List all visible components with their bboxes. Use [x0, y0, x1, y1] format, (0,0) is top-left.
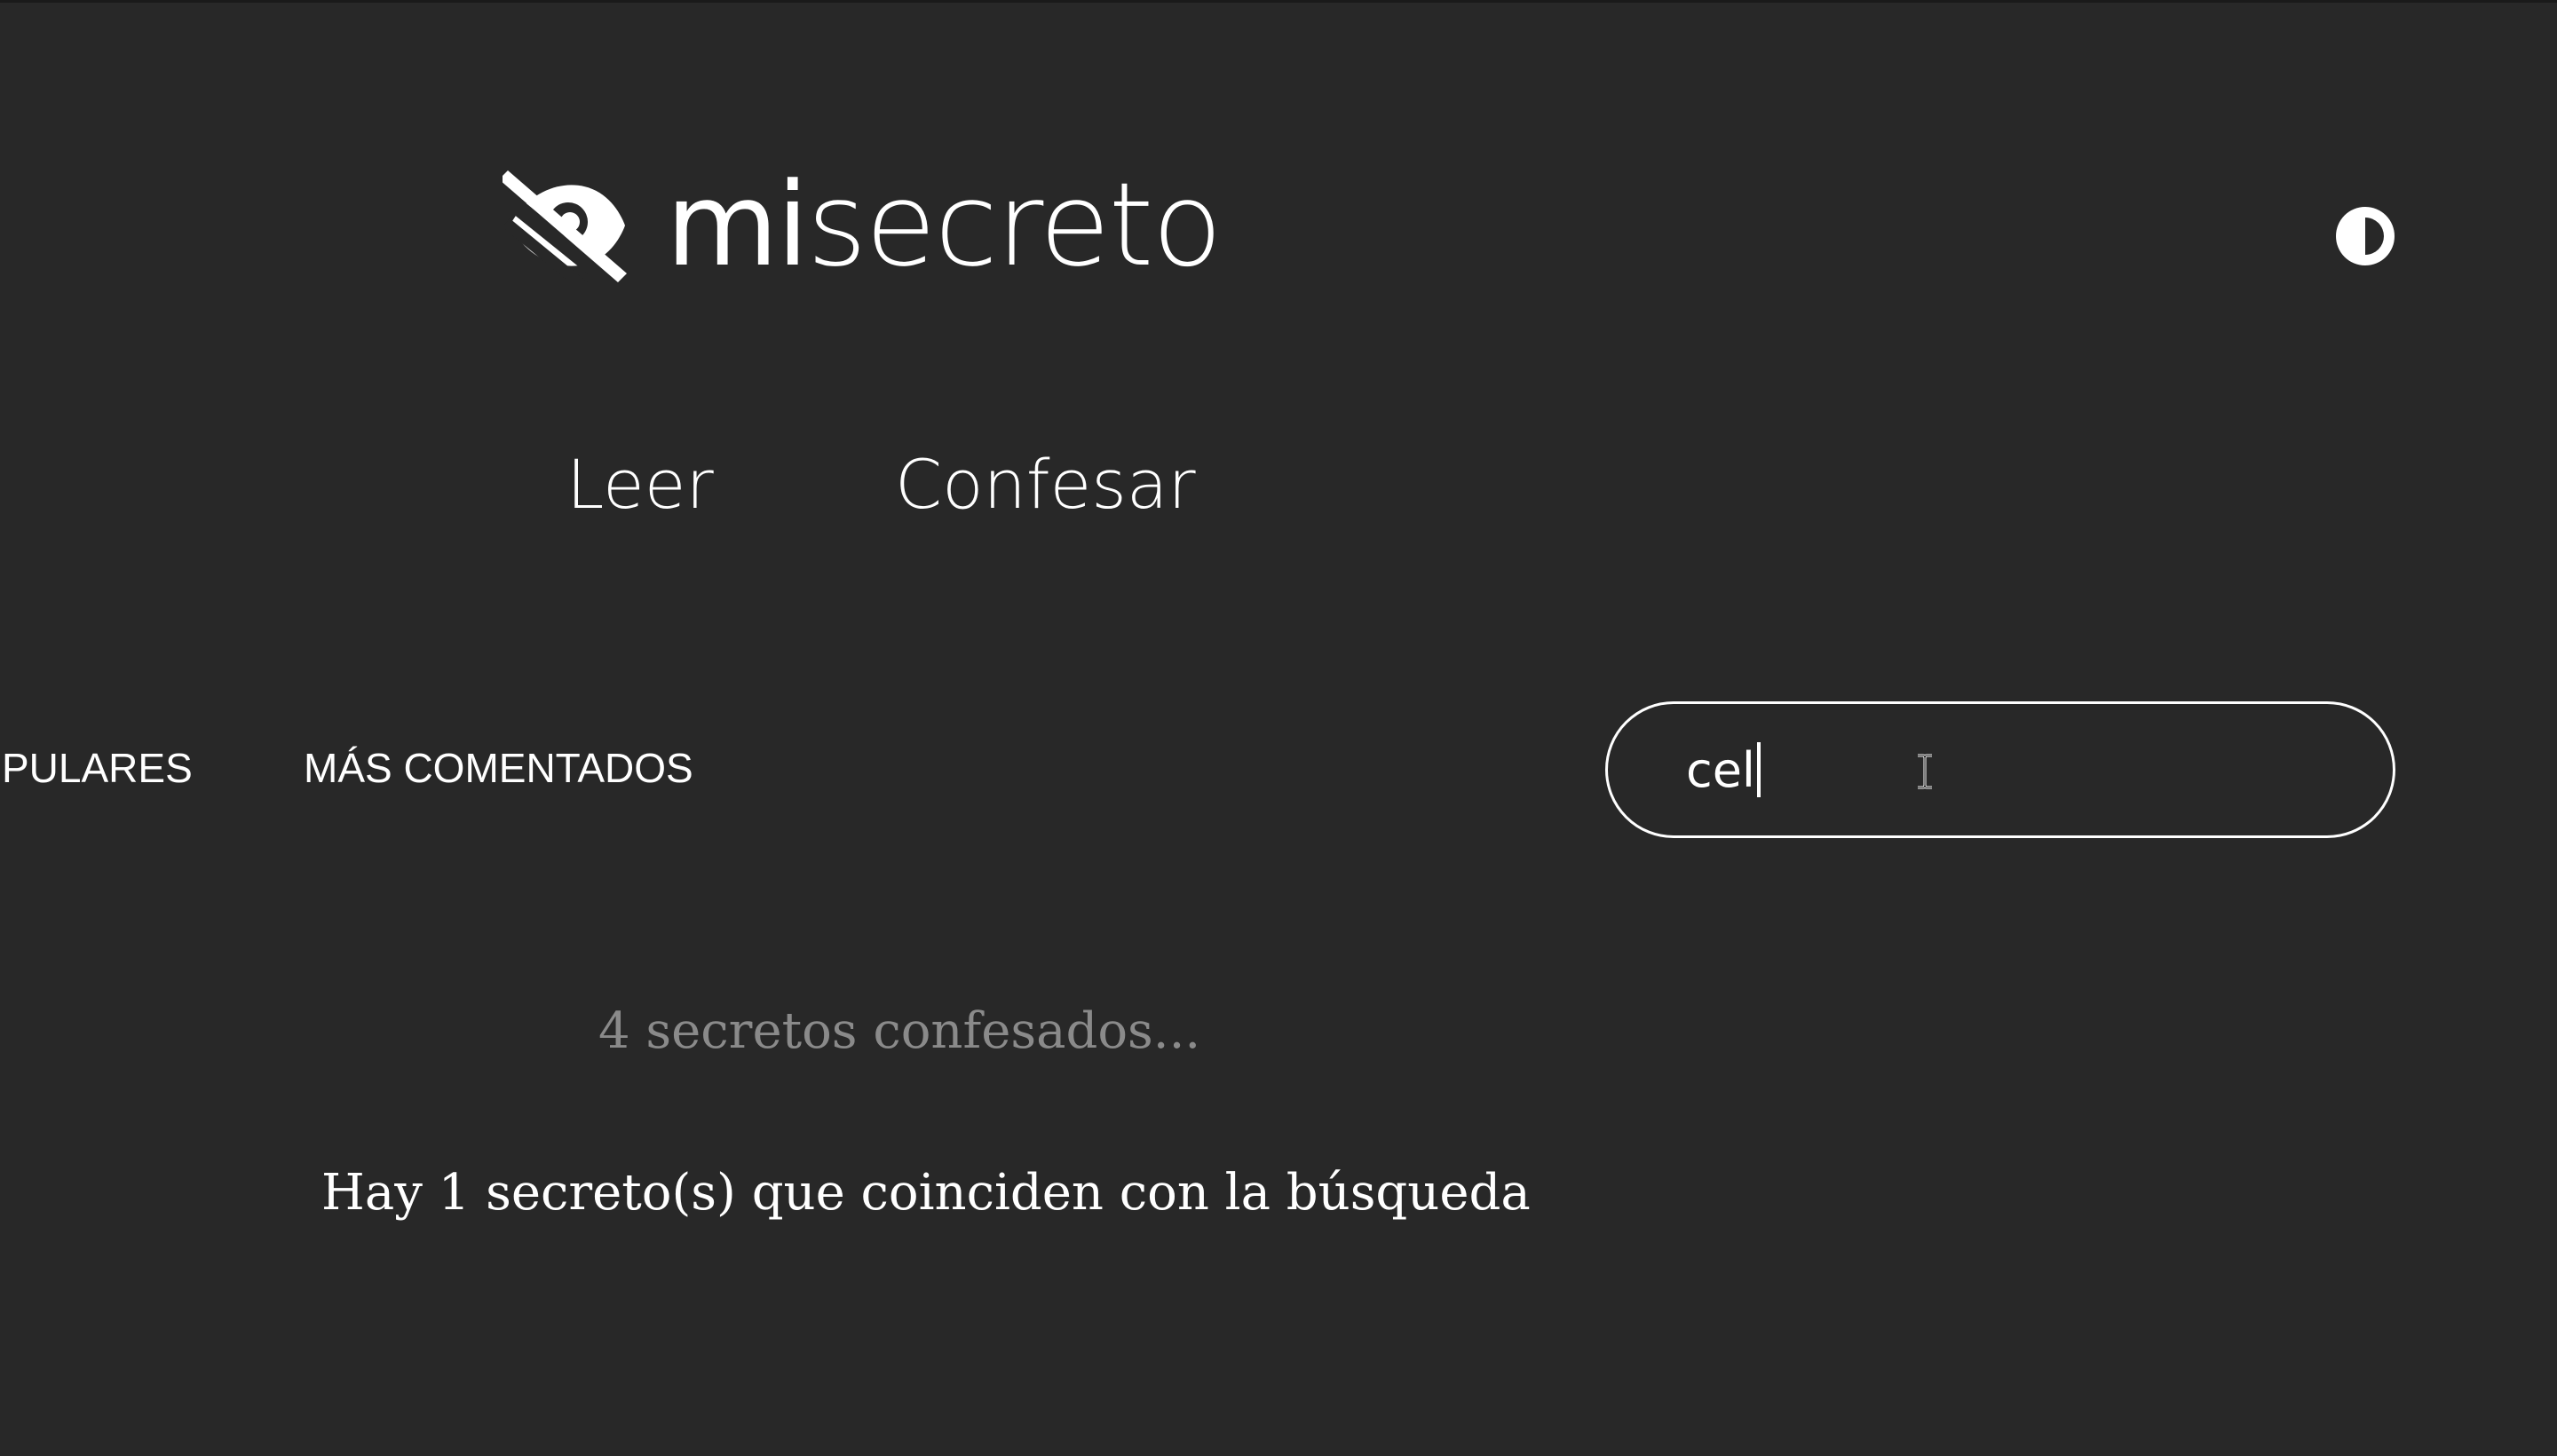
search-input[interactable]: cel	[1605, 701, 2395, 838]
search-input-value: cel	[1686, 741, 1755, 798]
nav-link-confesar[interactable]: Confesar	[895, 451, 1196, 518]
secrets-count: 4 secretos confesados...	[598, 1002, 1201, 1060]
logo-prefix: mi	[666, 157, 809, 292]
ibeam-cursor-icon	[1918, 754, 1932, 789]
text-caret	[1756, 742, 1761, 797]
logo-wordmark: misecreto	[666, 167, 1223, 282]
window-top-border	[0, 0, 2557, 3]
tab-populares[interactable]: PULARES	[2, 748, 193, 788]
site-logo[interactable]: misecreto	[503, 167, 1223, 282]
nav-link-leer[interactable]: Leer	[566, 451, 714, 518]
search-results-summary: Hay 1 secreto(s) que coinciden con la bú…	[321, 1164, 1531, 1222]
logo-suffix: secreto	[806, 157, 1223, 292]
eye-slash-icon	[503, 170, 627, 282]
tab-mas-comentados[interactable]: MÁS COMENTADOS	[304, 748, 693, 788]
contrast-half-circle-icon[interactable]	[2333, 204, 2397, 268]
